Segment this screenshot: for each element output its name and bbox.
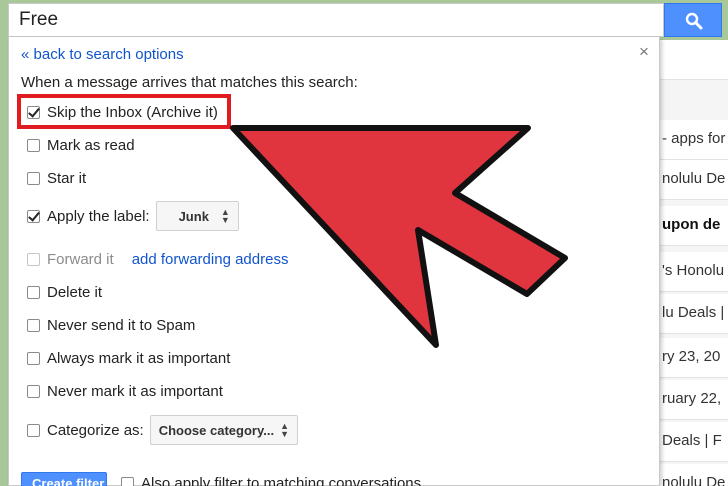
annotation-arrow	[230, 125, 568, 348]
